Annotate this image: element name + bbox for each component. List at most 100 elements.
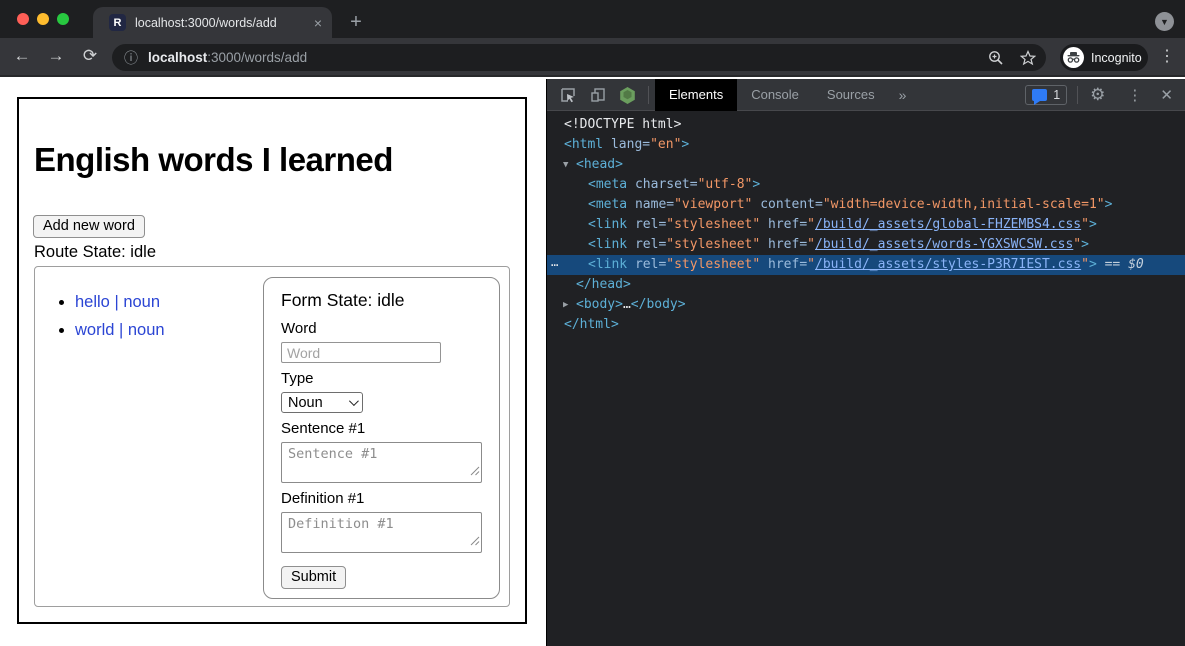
code-token: charset=	[627, 177, 697, 192]
tab-search-chevron-icon[interactable]: ▼	[1155, 12, 1174, 31]
code-token: </body>	[631, 297, 686, 312]
devtools-tab-elements[interactable]: Elements	[655, 79, 737, 111]
browser-tab[interactable]: R localhost:3000/words/add ×	[93, 7, 332, 38]
resize-grip-icon[interactable]	[470, 463, 480, 481]
code-token: "	[1081, 217, 1089, 232]
url-path: :3000/words/add	[207, 50, 307, 65]
code-token: >	[1089, 217, 1097, 232]
inspect-element-icon[interactable]	[559, 86, 577, 104]
dom-tree-line[interactable]: <meta charset="utf-8">	[547, 175, 1185, 195]
code-token: …	[623, 297, 631, 312]
site-info-icon[interactable]: ⓘ	[124, 48, 138, 68]
code-token: lang=	[603, 137, 650, 152]
toolbar-divider	[648, 86, 649, 104]
sentence-label: Sentence #1	[281, 420, 482, 437]
device-toolbar-icon[interactable]	[589, 86, 607, 104]
code-token: "	[1073, 237, 1081, 252]
code-token: >	[681, 137, 689, 152]
forward-button[interactable]: →	[44, 46, 68, 66]
dom-tree-line[interactable]: <link rel="stylesheet" href="/build/_ass…	[547, 215, 1185, 235]
word-input[interactable]	[281, 342, 441, 363]
code-token: content=	[752, 197, 822, 212]
maximize-window-button[interactable]	[57, 13, 69, 25]
browser-menu-icon[interactable]: ⋮	[1159, 46, 1175, 66]
extension-hexagon-icon[interactable]	[619, 86, 636, 104]
dom-tree-line[interactable]: <!DOCTYPE html>	[547, 115, 1185, 135]
sentence-textarea[interactable]	[281, 442, 482, 483]
minimize-window-button[interactable]	[37, 13, 49, 25]
browser-window: R localhost:3000/words/add × + ▼ ← → ⟳ ⓘ…	[0, 0, 1185, 646]
code-token: <link	[588, 237, 627, 252]
devtools-tab-sources[interactable]: Sources	[813, 79, 889, 111]
tab-close-icon[interactable]: ×	[314, 15, 322, 31]
resize-grip-icon[interactable]	[470, 533, 480, 551]
more-tabs-icon[interactable]: »	[889, 87, 917, 103]
dom-tree: <!DOCTYPE html><html lang="en">▼<head><m…	[547, 112, 1185, 646]
word-link[interactable]: world | noun	[75, 321, 165, 339]
code-token: <link	[588, 217, 627, 232]
devtools-tab-console[interactable]: Console	[737, 79, 813, 111]
code-token: "viewport"	[674, 197, 752, 212]
code-token: <html	[564, 137, 603, 152]
type-select[interactable]: Noun	[281, 392, 363, 413]
code-token: <link	[588, 257, 627, 272]
add-new-word-button[interactable]: Add new word	[33, 215, 145, 238]
definition-label: Definition #1	[281, 490, 482, 507]
settings-gear-icon[interactable]: ⚙	[1090, 85, 1105, 105]
code-token: href=	[760, 217, 807, 232]
code-token: rel=	[627, 257, 666, 272]
dom-tree-line[interactable]: </html>	[547, 315, 1185, 335]
devtools-toolbar: ElementsConsoleSources » 1 ⚙ ⋮ ✕	[547, 79, 1185, 111]
code-token: "en"	[650, 137, 681, 152]
code-token: "stylesheet"	[666, 257, 760, 272]
dom-tree-line[interactable]: ⋯<link rel="stylesheet" href="/build/_as…	[547, 255, 1185, 275]
code-token: <!DOCTYPE html>	[564, 117, 681, 132]
dom-tree-line[interactable]: <link rel="stylesheet" href="/build/_ass…	[547, 235, 1185, 255]
dom-tree-line[interactable]: <meta name="viewport" content="width=dev…	[547, 195, 1185, 215]
code-token: /build/_assets/words-YGXSWCSW.css	[815, 237, 1073, 252]
bookmark-star-icon[interactable]	[1020, 50, 1036, 66]
zoom-icon[interactable]	[988, 50, 1004, 66]
code-token: >	[1105, 197, 1113, 212]
issues-bubble-icon	[1032, 89, 1047, 101]
route-state-text: Route State: idle	[34, 243, 156, 262]
close-window-button[interactable]	[17, 13, 29, 25]
type-select-value: Noun	[288, 395, 349, 411]
devtools-close-icon[interactable]: ✕	[1160, 86, 1173, 104]
toolbar-divider	[1077, 86, 1078, 104]
incognito-icon	[1063, 47, 1084, 68]
new-tab-button[interactable]: +	[344, 10, 368, 34]
code-token: "utf-8"	[698, 177, 753, 192]
expand-arrow-icon[interactable]: ▶	[563, 295, 576, 315]
tab-title: localhost:3000/words/add	[135, 16, 306, 30]
code-token: <body>	[576, 297, 623, 312]
dom-tree-line[interactable]: <html lang="en">	[547, 135, 1185, 155]
url-bar[interactable]: ⓘ localhost :3000/words/add	[112, 44, 1046, 71]
code-token: == $0	[1097, 257, 1144, 272]
dom-tree-line[interactable]: </head>	[547, 275, 1185, 295]
reload-button[interactable]: ⟳	[78, 46, 102, 66]
devtools-panel: ElementsConsoleSources » 1 ⚙ ⋮ ✕ <!DOCTY…	[546, 79, 1185, 646]
type-label: Type	[281, 370, 482, 387]
page-title: English words I learned	[34, 141, 393, 179]
back-button[interactable]: ←	[10, 46, 34, 66]
url-host: localhost	[148, 50, 207, 65]
code-token: </head>	[576, 277, 631, 292]
devtools-menu-icon[interactable]: ⋮	[1127, 86, 1142, 104]
line-actions-icon[interactable]: ⋯	[551, 255, 559, 275]
code-token: "	[807, 237, 815, 252]
definition-textarea[interactable]	[281, 512, 482, 553]
add-word-form: Form State: idle Word Type Noun Sentence…	[263, 277, 500, 599]
code-token: </html>	[564, 317, 619, 332]
dom-tree-line[interactable]: ▶<body>…</body>	[547, 295, 1185, 315]
code-token: "stylesheet"	[666, 237, 760, 252]
dom-tree-line[interactable]: ▼<head>	[547, 155, 1185, 175]
expand-arrow-icon[interactable]: ▼	[563, 155, 576, 175]
code-token: "	[1081, 257, 1089, 272]
web-page: English words I learned Add new word Rou…	[0, 79, 545, 646]
code-token: <head>	[576, 157, 623, 172]
code-token: /build/_assets/styles-P3R7IEST.css	[815, 257, 1081, 272]
issues-counter[interactable]: 1	[1025, 85, 1067, 105]
word-link[interactable]: hello | noun	[75, 293, 160, 311]
submit-button[interactable]: Submit	[281, 566, 346, 589]
